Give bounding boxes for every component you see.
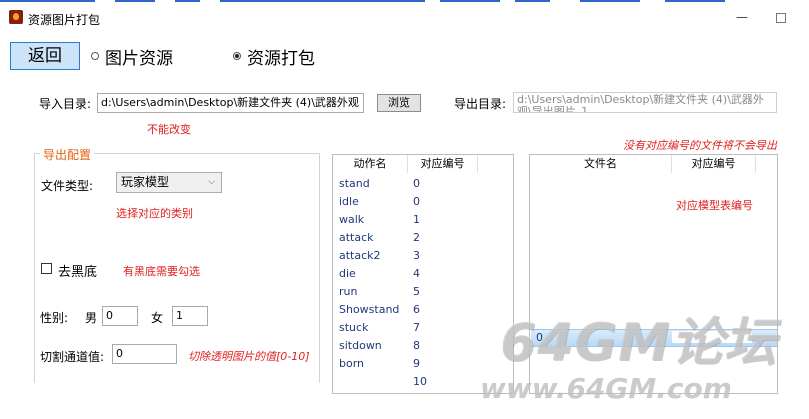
minimize-button[interactable]: — — [736, 10, 748, 24]
actions-list[interactable]: 动作名 对应编号 stand 0 idle 0 walk 1 attack 2 atta… — [332, 154, 514, 394]
maximize-button[interactable] — [776, 13, 786, 23]
app-icon — [9, 10, 23, 24]
browse-button[interactable]: 浏览 — [377, 94, 421, 112]
files-header-name[interactable]: 文件名 — [530, 155, 672, 173]
table-row[interactable]: run 5 — [333, 283, 513, 301]
table-row[interactable]: attack2 3 — [333, 247, 513, 265]
radio-resource-pack[interactable]: 资源打包 — [233, 45, 315, 69]
remove-black-note: 有黑底需要勾选 — [123, 265, 200, 278]
export-dir-label: 导出目录: — [454, 97, 507, 111]
table-row[interactable]: attack 2 — [333, 229, 513, 247]
table-row[interactable]: born 9 — [333, 355, 513, 373]
female-input[interactable]: 1 — [172, 306, 208, 326]
import-dir-note: 不能改变 — [147, 123, 191, 136]
threshold-note: 切除透明图片的值[0-10] — [188, 350, 310, 363]
table-row[interactable]: sitdown 8 — [333, 337, 513, 355]
male-input[interactable]: 0 — [102, 306, 138, 326]
radio-dot-checked-icon — [233, 52, 241, 60]
file-type-label: 文件类型: — [41, 179, 94, 193]
file-type-select[interactable]: 玩家模型 ⌵ — [116, 172, 222, 193]
export-dir-input[interactable]: d:\Users\admin\Desktop\新建文件夹 (4)\武器外观\导出… — [513, 92, 777, 113]
watermark-logo: 64GM论坛 — [500, 313, 777, 373]
threshold-input[interactable]: 0 — [112, 344, 177, 364]
radio-image-resources-label: 图片资源 — [105, 48, 173, 69]
radio-resource-pack-label: 资源打包 — [247, 48, 315, 69]
window-title: 资源图片打包 — [28, 13, 101, 27]
files-header-id[interactable]: 对应编号 — [672, 155, 756, 173]
title-bar — [0, 3, 809, 31]
radio-dot-icon — [91, 52, 99, 60]
import-dir-input[interactable]: d:\Users\admin\Desktop\新建文件夹 (4)\武器外观 — [97, 93, 364, 113]
table-row[interactable]: idle 0 — [333, 193, 513, 211]
export-config-legend: 导出配置 — [40, 146, 95, 163]
gender-label: 性别: — [40, 311, 69, 325]
radio-image-resources[interactable]: 图片资源 — [91, 45, 173, 69]
table-row[interactable]: die 4 — [333, 265, 513, 283]
remove-black-checkbox[interactable] — [41, 263, 52, 274]
chevron-down-icon: ⌵ — [208, 177, 215, 187]
table-row[interactable]: stand 0 — [333, 175, 513, 193]
male-label: 男 — [85, 311, 98, 325]
table-row[interactable]: walk 1 — [333, 211, 513, 229]
back-button[interactable]: 返回 — [10, 42, 80, 70]
watermark-url: www.64GM.com — [480, 372, 732, 405]
table-row[interactable]: Showstand 6 — [333, 301, 513, 319]
female-label: 女 — [151, 311, 164, 325]
file-type-value: 玩家模型 — [121, 175, 170, 189]
threshold-label: 切割通道值: — [40, 350, 105, 364]
file-type-note: 选择对应的类别 — [116, 207, 193, 220]
table-row[interactable]: stuck 7 — [333, 319, 513, 337]
export-warning-note: 没有对应编号的文件将不会导出 — [623, 139, 777, 152]
files-list-note: 对应模型表编号 — [676, 199, 753, 212]
actions-header-name[interactable]: 动作名 — [333, 155, 408, 173]
import-dir-label: 导入目录: — [39, 97, 92, 111]
remove-black-label: 去黑底 — [58, 265, 98, 280]
actions-header-id[interactable]: 对应编号 — [408, 155, 478, 173]
